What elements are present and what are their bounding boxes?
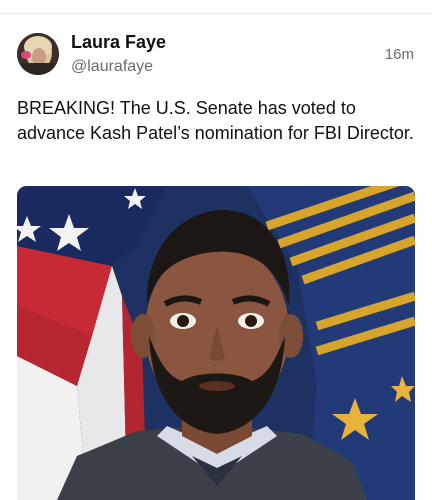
post-card[interactable]: Laura Faye @laurafaye 16m BREAKING! The … [0,14,432,500]
author-name[interactable]: Laura Faye [71,31,166,53]
top-divider [0,0,432,14]
author-handle[interactable]: @laurafaye [71,57,153,77]
post-text: BREAKING! The U.S. Senate has voted to a… [17,98,414,143]
post-timestamp: 16m [384,46,414,63]
author-avatar[interactable] [17,33,59,75]
avatar-image-icon [17,33,59,75]
portrait-photo-icon [17,186,415,500]
post-photo[interactable] [17,186,415,500]
